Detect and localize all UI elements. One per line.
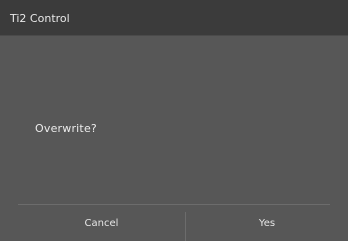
window-titlebar: Ti2 Control xyxy=(0,0,348,36)
yes-button[interactable]: Yes xyxy=(186,205,348,241)
cancel-button[interactable]: Cancel xyxy=(18,205,185,241)
overwrite-dialog: Ti2 Control Overwrite? Cancel Yes xyxy=(0,0,348,241)
window-title: Ti2 Control xyxy=(10,12,70,25)
yes-button-label: Yes xyxy=(258,217,276,229)
dialog-message: Overwrite? xyxy=(35,122,97,135)
cancel-button-label: Cancel xyxy=(84,217,119,229)
